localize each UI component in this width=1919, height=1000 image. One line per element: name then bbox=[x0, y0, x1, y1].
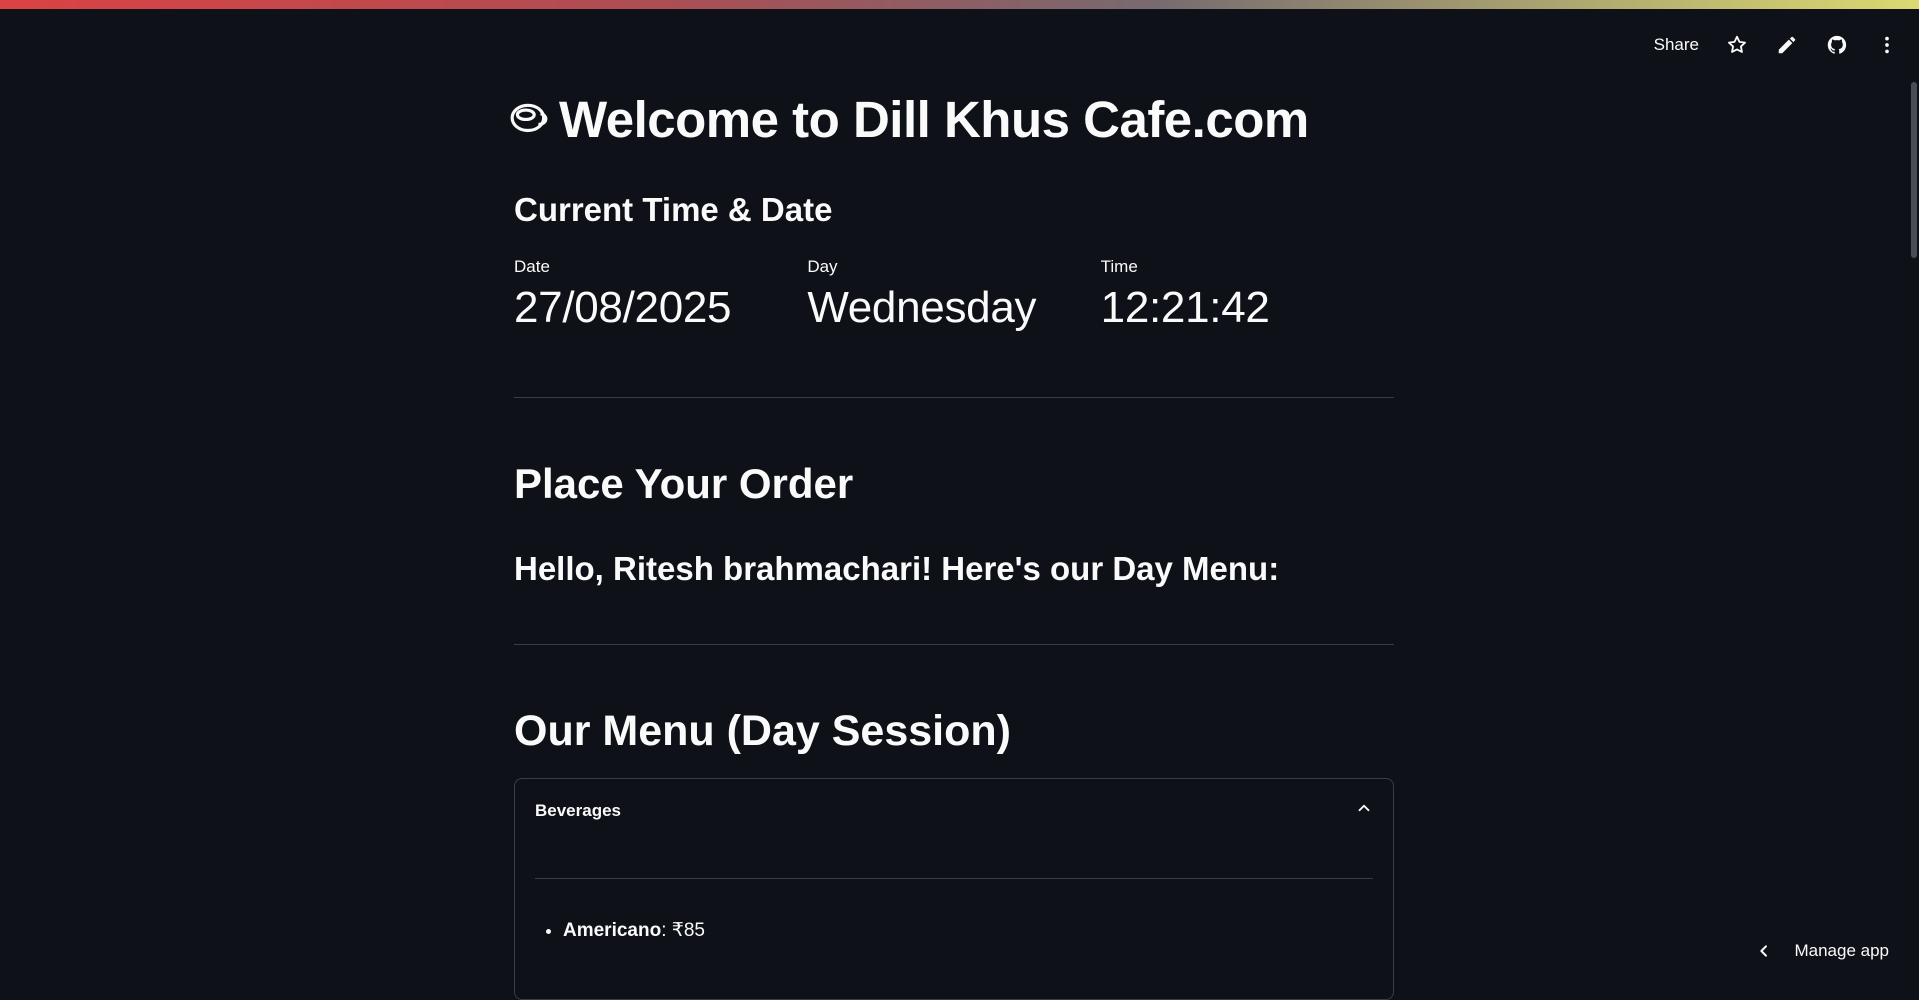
page-title: Welcome to Dill Khus Cafe.com bbox=[559, 91, 1309, 148]
list-item: Americano: ₹85 bbox=[563, 919, 1393, 942]
metric-time: Time 12:21:42 bbox=[1101, 257, 1394, 333]
main-content: Welcome to Dill Khus Cafe.com Current Ti… bbox=[510, 90, 1394, 1000]
manage-app-button[interactable]: Manage app bbox=[1756, 941, 1889, 961]
star-icon[interactable] bbox=[1725, 33, 1749, 57]
metric-value: 27/08/2025 bbox=[514, 283, 732, 332]
divider bbox=[514, 397, 1394, 398]
app-toolbar: Share bbox=[1654, 28, 1899, 62]
expander-title: Beverages bbox=[535, 800, 622, 820]
order-heading: Place Your Order bbox=[514, 460, 854, 507]
menu-heading: Our Menu (Day Session) bbox=[514, 707, 1011, 755]
more-icon[interactable] bbox=[1875, 33, 1899, 57]
github-icon[interactable] bbox=[1825, 33, 1849, 57]
title-row: Welcome to Dill Khus Cafe.com bbox=[509, 90, 1394, 149]
top-decoration-bar bbox=[0, 0, 1919, 9]
share-button[interactable]: Share bbox=[1654, 35, 1699, 55]
time-metrics: Date 27/08/2025 Day Wednesday Time 12:21… bbox=[514, 257, 1394, 333]
manage-app-label: Manage app bbox=[1794, 941, 1889, 960]
edit-icon[interactable] bbox=[1775, 33, 1799, 57]
metric-day: Day Wednesday bbox=[807, 257, 1100, 333]
scrollbar-thumb[interactable] bbox=[1911, 82, 1917, 258]
chevron-left-icon bbox=[1760, 945, 1768, 957]
menu-item-price: : ₹85 bbox=[661, 920, 705, 941]
metric-label: Time bbox=[1100, 257, 1138, 276]
menu-list: Americano: ₹85 bbox=[515, 919, 1393, 942]
coffee-cup-icon bbox=[510, 103, 548, 132]
time-subheader: Current Time & Date bbox=[514, 191, 833, 228]
divider bbox=[514, 644, 1394, 645]
metric-value: Wednesday bbox=[807, 283, 1037, 332]
metric-date: Date 27/08/2025 bbox=[514, 257, 807, 333]
metric-label: Date bbox=[514, 257, 550, 276]
beverages-expander: Beverages Americano: ₹85 bbox=[514, 778, 1394, 1000]
expander-header[interactable]: Beverages bbox=[515, 779, 1393, 822]
greeting-text: Hello, Ritesh brahmachari! Here's our Da… bbox=[514, 550, 1280, 587]
metric-label: Day bbox=[807, 257, 838, 276]
chevron-up-icon[interactable] bbox=[1355, 799, 1373, 822]
metric-value: 12:21:42 bbox=[1100, 283, 1270, 332]
menu-item-name: Americano bbox=[563, 920, 662, 941]
expander-divider bbox=[535, 878, 1373, 879]
